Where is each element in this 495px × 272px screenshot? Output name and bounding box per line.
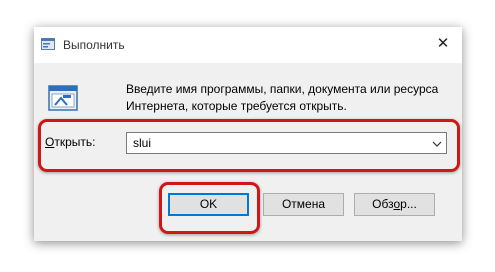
- window-title: Выполнить: [63, 38, 125, 52]
- open-label-text: ткрыть:: [54, 135, 96, 149]
- run-app-icon: [41, 38, 55, 50]
- open-label-mnemonic: О: [45, 135, 55, 149]
- title-bar: Выполнить ✕: [34, 27, 462, 63]
- chevron-down-icon[interactable]: [432, 138, 442, 148]
- ok-button[interactable]: OK: [168, 193, 249, 216]
- open-combobox[interactable]: slui: [126, 132, 447, 154]
- open-input-value[interactable]: slui: [133, 136, 151, 150]
- run-dialog: Выполнить ✕ Введите имя программы, папки…: [34, 27, 462, 241]
- close-icon[interactable]: ✕: [429, 32, 457, 56]
- browse-label-end: р...: [400, 197, 417, 211]
- cancel-button[interactable]: Отмена: [263, 193, 344, 216]
- browse-label-start: Обз: [372, 197, 394, 211]
- open-field-label: Открыть:: [45, 135, 95, 149]
- browse-button[interactable]: Обзор...: [354, 193, 435, 216]
- instruction-text: Введите имя программы, папки, документа …: [126, 82, 439, 113]
- run-dialog-icon: [48, 85, 78, 111]
